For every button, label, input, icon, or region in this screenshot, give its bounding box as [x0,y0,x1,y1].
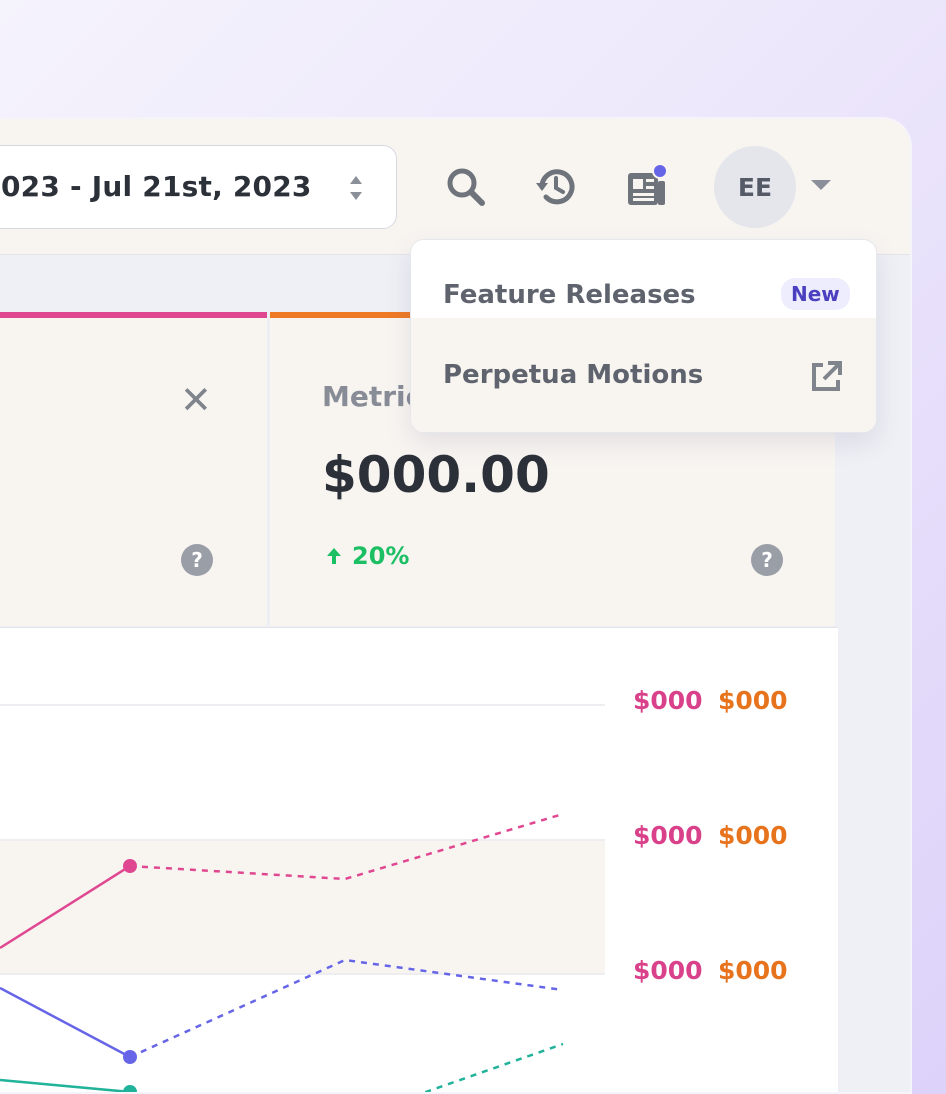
chart-panel: $000 $000 $000 $000 $000 $000 [0,627,838,1092]
history-button[interactable] [532,163,580,211]
menu-item-label: Perpetua Motions [443,360,704,390]
arrow-up-icon [327,548,341,564]
external-link-icon [812,361,842,391]
menu-item-feature-releases[interactable]: Feature Releases New [411,240,876,318]
y-axis-label-left: $000 [633,686,703,715]
user-menu-dropdown: Feature Releases New Perpetua Motions [410,239,877,433]
line-chart [0,704,605,1092]
help-icon[interactable]: ? [751,544,783,576]
close-icon[interactable]: ✕ [180,378,212,422]
series-teal-dashed-2 [421,1042,564,1092]
new-badge: New [781,278,850,310]
y-axis-label-left: $000 [633,956,703,985]
y-axis-label-right: $000 [718,956,788,985]
metric-value: $000.00 [322,446,550,504]
metric-change: 20% [326,542,409,570]
series-teal-solid [0,1078,131,1092]
y-axis-label-right: $000 [718,821,788,850]
menu-item-label: Feature Releases [443,280,696,310]
search-button[interactable] [442,163,490,211]
series-pink-point [123,859,137,873]
sort-arrows-icon [350,176,362,200]
series-teal-point [123,1085,137,1092]
notification-dot [652,163,668,179]
search-icon [447,168,485,206]
series-purple-solid [0,986,131,1059]
history-icon [536,169,575,205]
help-icon[interactable]: ? [181,544,213,576]
avatar[interactable]: EE [714,146,796,228]
date-range-text: 023 - Jul 21st, 2023 [1,170,312,203]
menu-item-perpetua-motions[interactable]: Perpetua Motions [411,318,876,432]
metric-label: Metric [322,380,423,413]
date-range-picker[interactable]: 023 - Jul 21st, 2023 [0,145,397,229]
chart-highlight-band [0,840,605,974]
series-purple-point [123,1050,137,1064]
news-button[interactable] [622,163,670,211]
metric-change-value: 20% [352,542,410,570]
y-axis-label-left: $000 [633,821,703,850]
chevron-down-icon[interactable] [811,180,831,190]
top-bar: 023 - Jul 21st, 2023 EE [0,119,910,255]
metric-card-1[interactable]: ✕ ? [0,312,267,626]
y-axis-label-right: $000 [718,686,788,715]
